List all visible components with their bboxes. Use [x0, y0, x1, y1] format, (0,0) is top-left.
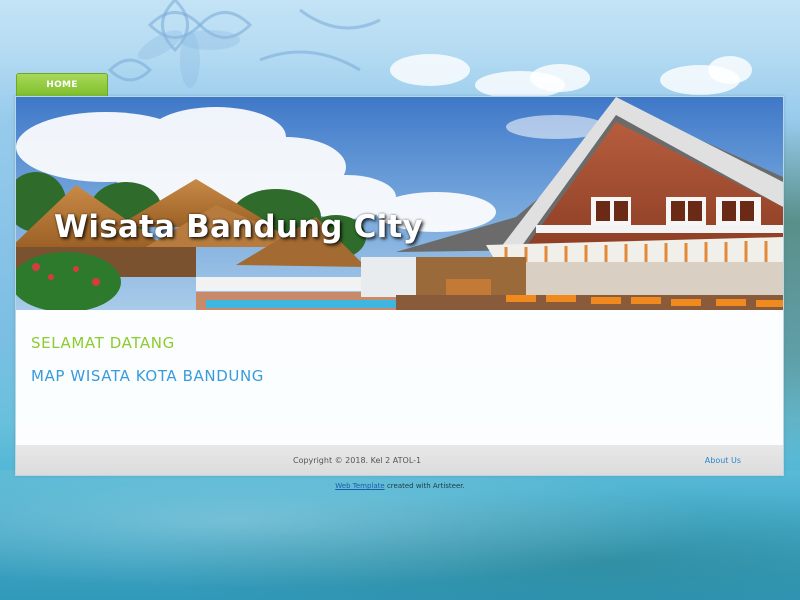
credit-suffix: created with Artisteer. [386, 482, 465, 490]
main-sheet: Wisata Bandung City SELAMAT DATANG MAP W… [15, 96, 784, 476]
background-flower-pattern [107, 0, 752, 99]
content-area: SELAMAT DATANG MAP WISATA KOTA BANDUNG [16, 310, 783, 445]
site-headline: Wisata Bandung City [54, 209, 423, 245]
web-template-link[interactable]: Web Template [335, 482, 384, 490]
about-us-link[interactable]: About Us [705, 456, 741, 465]
copyright-text: Copyright © 2018. Kel 2 ATOL-1 [293, 456, 422, 465]
map-heading: MAP WISATA KOTA BANDUNG [31, 367, 264, 385]
header-banner: Wisata Bandung City [16, 97, 783, 310]
welcome-heading: SELAMAT DATANG [31, 334, 175, 352]
footer: Copyright © 2018. Kel 2 ATOL-1 About Us [16, 445, 783, 475]
template-credit: Web Template created with Artisteer. [0, 482, 800, 490]
nav-tab-home[interactable]: HOME [16, 73, 108, 96]
resort-photo [16, 97, 783, 310]
